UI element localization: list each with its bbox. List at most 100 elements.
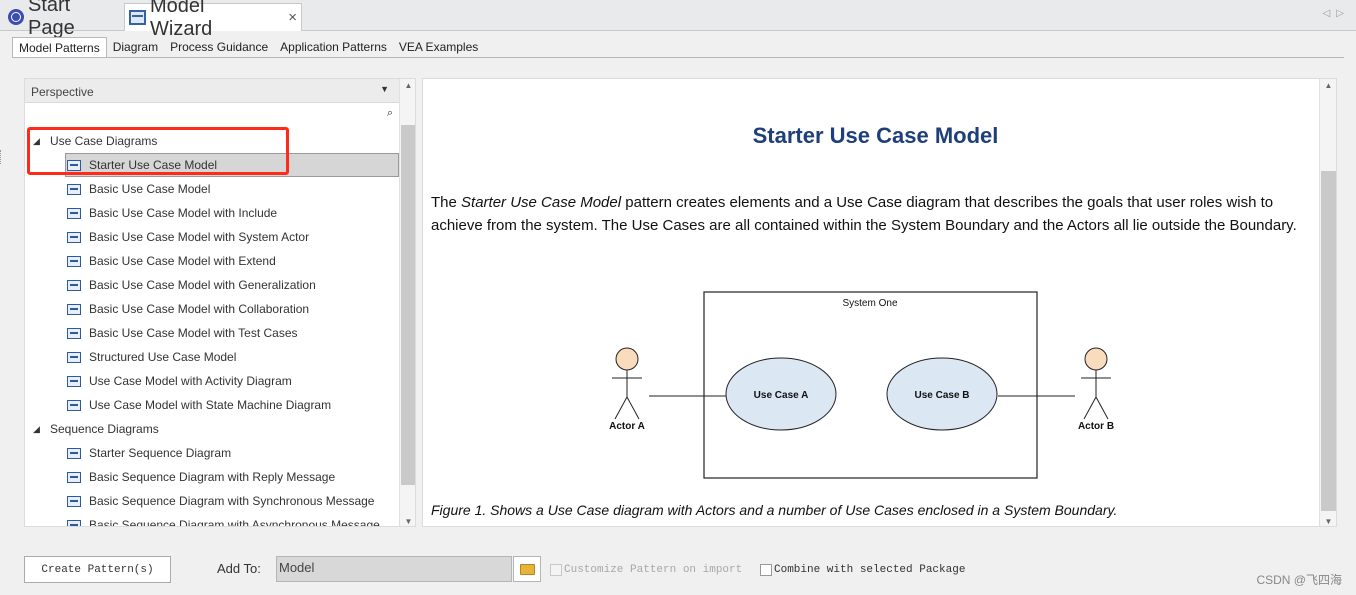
combine-package-checkbox[interactable]: Combine with selected Package — [760, 564, 965, 576]
pattern-icon — [67, 495, 81, 507]
checkbox-box[interactable] — [760, 564, 772, 576]
tree-item-label: Use Case Model with Activity Diagram — [89, 374, 292, 388]
tree-item-label: Basic Use Case Model with Test Cases — [89, 326, 298, 340]
scroll-down-icon[interactable]: ▼ — [400, 517, 415, 526]
browse-package-button[interactable] — [513, 556, 541, 582]
combine-package-label: Combine with selected Package — [774, 564, 966, 576]
tab-application-patterns[interactable]: Application Patterns — [274, 37, 393, 58]
tab-model-wizard-label: Model Wizard — [150, 0, 213, 40]
pattern-icon — [67, 327, 81, 339]
tree-item[interactable]: Basic Use Case Model with System Actor — [25, 225, 399, 249]
add-to-field[interactable]: Model — [276, 556, 512, 582]
pattern-icon — [67, 471, 81, 483]
tree-search-row[interactable]: ⌕ — [25, 103, 399, 125]
tree-item-label: Basic Use Case Model — [89, 182, 211, 196]
description-prefix: The — [431, 194, 462, 211]
tree-item[interactable]: Basic Use Case Model with Generalization — [25, 273, 399, 297]
tree-item[interactable]: Starter Sequence Diagram — [25, 441, 399, 465]
pattern-icon — [67, 279, 81, 291]
document-tab-bar: Start Page Model Wizard × ◁▷ — [0, 0, 1356, 40]
tree-item[interactable]: Starter Use Case Model — [65, 153, 399, 177]
tree-item[interactable]: Basic Use Case Model — [25, 177, 399, 201]
pattern-icon — [67, 159, 81, 171]
tree-item[interactable]: Basic Use Case Model with Test Cases — [25, 321, 399, 345]
tab-model-wizard[interactable]: Model Wizard × — [124, 0, 302, 40]
pattern-icon — [67, 303, 81, 315]
scroll-thumb[interactable] — [401, 125, 415, 485]
actor-a-figure — [612, 347, 642, 420]
pattern-tree-pane: Perspective ▼ ⌕ ◢ Use Case Diagrams Starte… — [24, 78, 416, 527]
checkbox-box[interactable] — [550, 564, 562, 576]
tab-start-page[interactable]: Start Page — [4, 0, 122, 39]
tree-item-label: Basic Sequence Diagram with Asynchronous… — [89, 518, 380, 527]
tree-item[interactable]: Basic Sequence Diagram with Synchronous … — [25, 489, 399, 513]
tab-scroll-arrows[interactable]: ◁▷ — [1323, 8, 1350, 19]
pattern-title: Starter Use Case Model — [752, 123, 999, 148]
tree-item-label: Basic Use Case Model with Include — [89, 206, 278, 220]
tree-item-label: Basic Use Case Model with Collaboration — [89, 302, 310, 316]
pattern-icon — [67, 255, 81, 267]
create-patterns-button[interactable]: Create Pattern(s) — [24, 556, 171, 583]
pattern-icon — [67, 447, 81, 459]
tree-group[interactable]: ◢ Sequence Diagrams — [25, 417, 399, 441]
actor-b-label: Actor B — [1078, 421, 1114, 432]
actor-a-label: Actor A — [609, 421, 645, 432]
tree-item-label: Basic Use Case Model with Extend — [89, 254, 276, 268]
perspective-dropdown[interactable]: Perspective ▼ — [25, 79, 399, 103]
model-wizard-icon — [129, 10, 146, 25]
tree-item-label: Basic Use Case Model with Generalization — [89, 278, 316, 292]
tab-model-patterns[interactable]: Model Patterns — [12, 37, 107, 58]
search-icon[interactable]: ⌕ — [387, 107, 393, 120]
figure-caption: Figure 1. Shows a Use Case diagram with … — [431, 502, 1118, 518]
tree-item[interactable]: Use Case Model with Activity Diagram — [25, 369, 399, 393]
tab-divider — [12, 57, 1344, 58]
tab-process-guidance[interactable]: Process Guidance — [164, 37, 274, 58]
tree-scrollbar[interactable]: ▲ ▼ — [399, 79, 415, 526]
splitter-grip[interactable] — [0, 150, 3, 164]
tree-item-label: Structured Use Case Model — [89, 350, 237, 364]
description-scrollbar[interactable]: ▲ ▼ — [1319, 79, 1336, 526]
start-page-icon — [8, 9, 24, 25]
tree-item[interactable]: Use Case Model with State Machine Diagra… — [25, 393, 399, 417]
close-icon[interactable]: × — [288, 9, 297, 26]
customize-pattern-label: Customize Pattern on import — [564, 564, 743, 576]
use-case-diagram: System One Use Case A Use Case B Actor A — [603, 289, 1123, 489]
pattern-icon — [67, 519, 81, 526]
tab-vea-examples[interactable]: VEA Examples — [393, 37, 484, 58]
tree-item-label: Use Case Model with State Machine Diagra… — [89, 398, 332, 412]
model-wizard-window: Start Page Model Wizard × ◁▷ Model Patte… — [0, 0, 1356, 595]
tree-group[interactable]: ◢ Use Case Diagrams — [25, 129, 399, 153]
expand-arrow-icon[interactable]: ◢ — [33, 136, 50, 147]
pattern-description-pane: Starter Use Case Model The Starter Use C… — [422, 78, 1337, 527]
expand-arrow-icon[interactable]: ◢ — [33, 424, 50, 435]
wizard-tab-strip: Model Patterns Diagram Process Guidance … — [12, 37, 484, 58]
tree-item-label: Basic Sequence Diagram with Reply Messag… — [89, 470, 336, 484]
tab-diagram[interactable]: Diagram — [107, 37, 164, 58]
pattern-icon — [67, 207, 81, 219]
tree-item-label: Starter Use Case Model — [89, 158, 218, 172]
customize-pattern-checkbox[interactable]: Customize Pattern on import — [550, 564, 742, 576]
description-italic: Starter Use Case Model — [461, 194, 622, 211]
tree-item[interactable]: Structured Use Case Model — [25, 345, 399, 369]
scroll-up-icon[interactable]: ▲ — [400, 81, 415, 90]
scroll-up-icon[interactable]: ▲ — [1320, 81, 1336, 90]
add-to-label: Add To: — [217, 561, 261, 576]
tree-item[interactable]: Basic Sequence Diagram with Asynchronous… — [25, 513, 399, 527]
tree-item[interactable]: Basic Use Case Model with Include — [25, 201, 399, 225]
watermark: CSDN @飞四海 — [1256, 573, 1342, 587]
tree-item-label: Basic Use Case Model with System Actor — [89, 230, 310, 244]
perspective-label: Perspective — [31, 85, 94, 99]
folder-icon — [519, 563, 535, 575]
chevron-down-icon[interactable]: ▼ — [380, 84, 389, 94]
scroll-down-icon[interactable]: ▼ — [1320, 517, 1336, 526]
pattern-icon — [67, 183, 81, 195]
tree-item[interactable]: Basic Use Case Model with Extend — [25, 249, 399, 273]
pattern-icon — [67, 231, 81, 243]
tree-group-label: Use Case Diagrams — [50, 134, 158, 148]
pattern-tree: ◢ Use Case Diagrams Starter Use Case Model… — [25, 129, 399, 527]
scroll-thumb[interactable] — [1321, 171, 1336, 511]
tree-item[interactable]: Basic Use Case Model with Collaboration — [25, 297, 399, 321]
tree-item-label: Starter Sequence Diagram — [89, 446, 232, 460]
tree-item-label: Basic Sequence Diagram with Synchronous … — [89, 494, 375, 508]
tree-item[interactable]: Basic Sequence Diagram with Reply Messag… — [25, 465, 399, 489]
